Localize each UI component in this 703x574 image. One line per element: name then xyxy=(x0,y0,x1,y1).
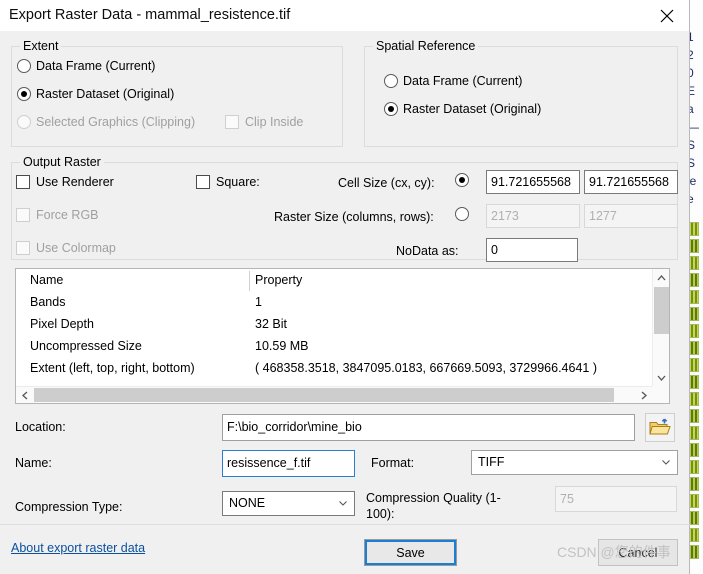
radio-dot-selected-icon xyxy=(17,87,31,101)
scrollbar-corner xyxy=(652,386,669,403)
compression-quality-label: Compression Quality (1-100): xyxy=(366,491,501,521)
use-renderer-checkbox[interactable]: Use Renderer xyxy=(16,175,114,189)
table-row[interactable]: Extent (left, top, right, bottom) ( 4683… xyxy=(16,357,652,379)
cell-size-radio[interactable] xyxy=(455,173,474,187)
raster-size-label: Raster Size (columns, rows): xyxy=(274,210,434,224)
use-renderer-label: Use Renderer xyxy=(36,175,114,189)
spatial-ref-radio-data-frame[interactable]: Data Frame (Current) xyxy=(384,74,522,88)
checkbox-box-icon xyxy=(16,241,30,255)
property-name: Bands xyxy=(30,295,66,309)
browse-folder-button[interactable] xyxy=(645,413,675,442)
clip-inside-checkbox: Clip Inside xyxy=(225,115,303,129)
compression-type-value: NONE xyxy=(229,496,266,510)
scroll-down-icon[interactable] xyxy=(653,369,670,386)
property-name: Uncompressed Size xyxy=(30,339,142,353)
table-row[interactable]: Bands 1 xyxy=(16,291,652,313)
format-label: Format: xyxy=(371,456,415,470)
column-header-property: Property xyxy=(255,273,303,287)
raster-properties-rows: Name Property Bands 1 Pixel Depth 32 Bit… xyxy=(16,269,652,386)
extent-radio-selected-graphics: Selected Graphics (Clipping) xyxy=(17,115,195,129)
property-value: 1 xyxy=(255,295,262,309)
location-label: Location: xyxy=(15,420,66,434)
extent-radio-label: Data Frame (Current) xyxy=(36,59,156,73)
location-input[interactable]: F:\bio_corridor\mine_bio xyxy=(222,414,635,441)
extent-group: Extent Data Frame (Current) Raster Datas… xyxy=(11,39,343,147)
properties-vertical-scrollbar[interactable] xyxy=(652,269,669,386)
save-button-label: Save xyxy=(396,545,425,560)
name-label: Name: xyxy=(15,456,52,470)
horizontal-scroll-thumb[interactable] xyxy=(34,388,614,402)
vertical-scroll-thumb[interactable] xyxy=(654,287,669,334)
export-raster-data-dialog: Export Raster Data - mammal_resistence.t… xyxy=(0,0,690,574)
property-value: 10.59 MB xyxy=(255,339,309,353)
column-header-name: Name xyxy=(30,273,64,287)
chevron-down-icon xyxy=(339,501,347,506)
spatial-ref-radio-label: Data Frame (Current) xyxy=(403,74,523,88)
compression-quality-input: 75 xyxy=(555,486,677,512)
spatial-reference-group: Spatial Reference Data Frame (Current) R… xyxy=(364,39,678,147)
cancel-button[interactable]: Cancel xyxy=(598,539,678,566)
folder-open-icon xyxy=(649,418,671,434)
property-value: 32 Bit xyxy=(255,317,287,331)
property-name: Extent (left, top, right, bottom) xyxy=(30,361,195,375)
checkbox-box-icon xyxy=(225,115,239,129)
scroll-up-icon[interactable] xyxy=(653,269,669,286)
use-colormap-checkbox: Use Colormap xyxy=(16,241,116,255)
extent-radio-raster-dataset[interactable]: Raster Dataset (Original) xyxy=(17,87,174,101)
radio-dot-icon xyxy=(455,207,469,221)
cell-size-cx-input[interactable]: 91.721655568 xyxy=(486,170,580,194)
radio-dot-icon xyxy=(384,74,398,88)
property-name: Pixel Depth xyxy=(30,317,94,331)
close-icon[interactable] xyxy=(644,0,689,31)
nodata-label: NoData as: xyxy=(396,244,459,258)
extent-group-label: Extent xyxy=(20,39,62,53)
extent-radio-data-frame[interactable]: Data Frame (Current) xyxy=(17,59,155,73)
use-colormap-label: Use Colormap xyxy=(36,241,116,255)
spatial-ref-radio-label: Raster Dataset (Original) xyxy=(403,102,542,116)
square-label: Square: xyxy=(216,175,260,189)
extent-radio-label: Raster Dataset (Original) xyxy=(36,87,175,101)
checkbox-box-icon xyxy=(16,175,30,189)
table-row[interactable]: Pixel Depth 32 Bit xyxy=(16,313,652,335)
compression-type-select[interactable]: NONE xyxy=(222,491,355,516)
force-rgb-label: Force RGB xyxy=(36,208,99,222)
about-export-raster-data-link[interactable]: About export raster data xyxy=(11,541,145,555)
raster-properties-list: Name Property Bands 1 Pixel Depth 32 Bit… xyxy=(15,268,670,404)
scroll-left-icon[interactable] xyxy=(16,387,33,403)
extent-radio-label: Selected Graphics (Clipping) xyxy=(36,115,196,129)
compression-type-label: Compression Type: xyxy=(15,500,123,514)
cell-size-cy-input[interactable]: 91.721655568 xyxy=(584,170,678,194)
window-title: Export Raster Data - mammal_resistence.t… xyxy=(9,7,291,23)
raster-size-rows-input: 1277 xyxy=(584,204,678,228)
cancel-button-label: Cancel xyxy=(618,545,658,560)
scroll-right-icon[interactable] xyxy=(635,387,652,403)
name-input[interactable]: resissence_f.tif xyxy=(222,450,355,477)
output-raster-group-label: Output Raster xyxy=(20,155,104,169)
format-value: TIFF xyxy=(478,455,505,469)
property-value: ( 468358.3518, 3847095.0183, 667669.5093… xyxy=(255,361,597,375)
properties-horizontal-scrollbar[interactable] xyxy=(16,386,652,403)
square-checkbox[interactable]: Square: xyxy=(196,175,260,189)
checkbox-box-icon xyxy=(196,175,210,189)
nodata-input[interactable]: 0 xyxy=(486,238,578,262)
raster-size-radio[interactable] xyxy=(455,207,474,221)
radio-dot-selected-icon xyxy=(384,102,398,116)
checkbox-box-icon xyxy=(16,208,30,222)
footer-divider xyxy=(0,524,690,525)
force-rgb-checkbox: Force RGB xyxy=(16,208,99,222)
raster-size-columns-input: 2173 xyxy=(486,204,580,228)
chevron-down-icon xyxy=(662,460,670,465)
spatial-reference-group-label: Spatial Reference xyxy=(373,39,479,53)
table-header-row: Name Property xyxy=(16,269,652,291)
radio-dot-icon xyxy=(17,115,31,129)
radio-dot-selected-icon xyxy=(455,173,469,187)
clip-inside-label: Clip Inside xyxy=(245,115,304,129)
title-bar: Export Raster Data - mammal_resistence.t… xyxy=(0,0,689,31)
table-row[interactable]: Uncompressed Size 10.59 MB xyxy=(16,335,652,357)
format-select[interactable]: TIFF xyxy=(471,450,678,475)
cell-size-label: Cell Size (cx, cy): xyxy=(338,176,435,190)
spatial-ref-radio-raster-dataset[interactable]: Raster Dataset (Original) xyxy=(384,102,541,116)
radio-dot-icon xyxy=(17,59,31,73)
save-button[interactable]: Save xyxy=(364,539,457,566)
